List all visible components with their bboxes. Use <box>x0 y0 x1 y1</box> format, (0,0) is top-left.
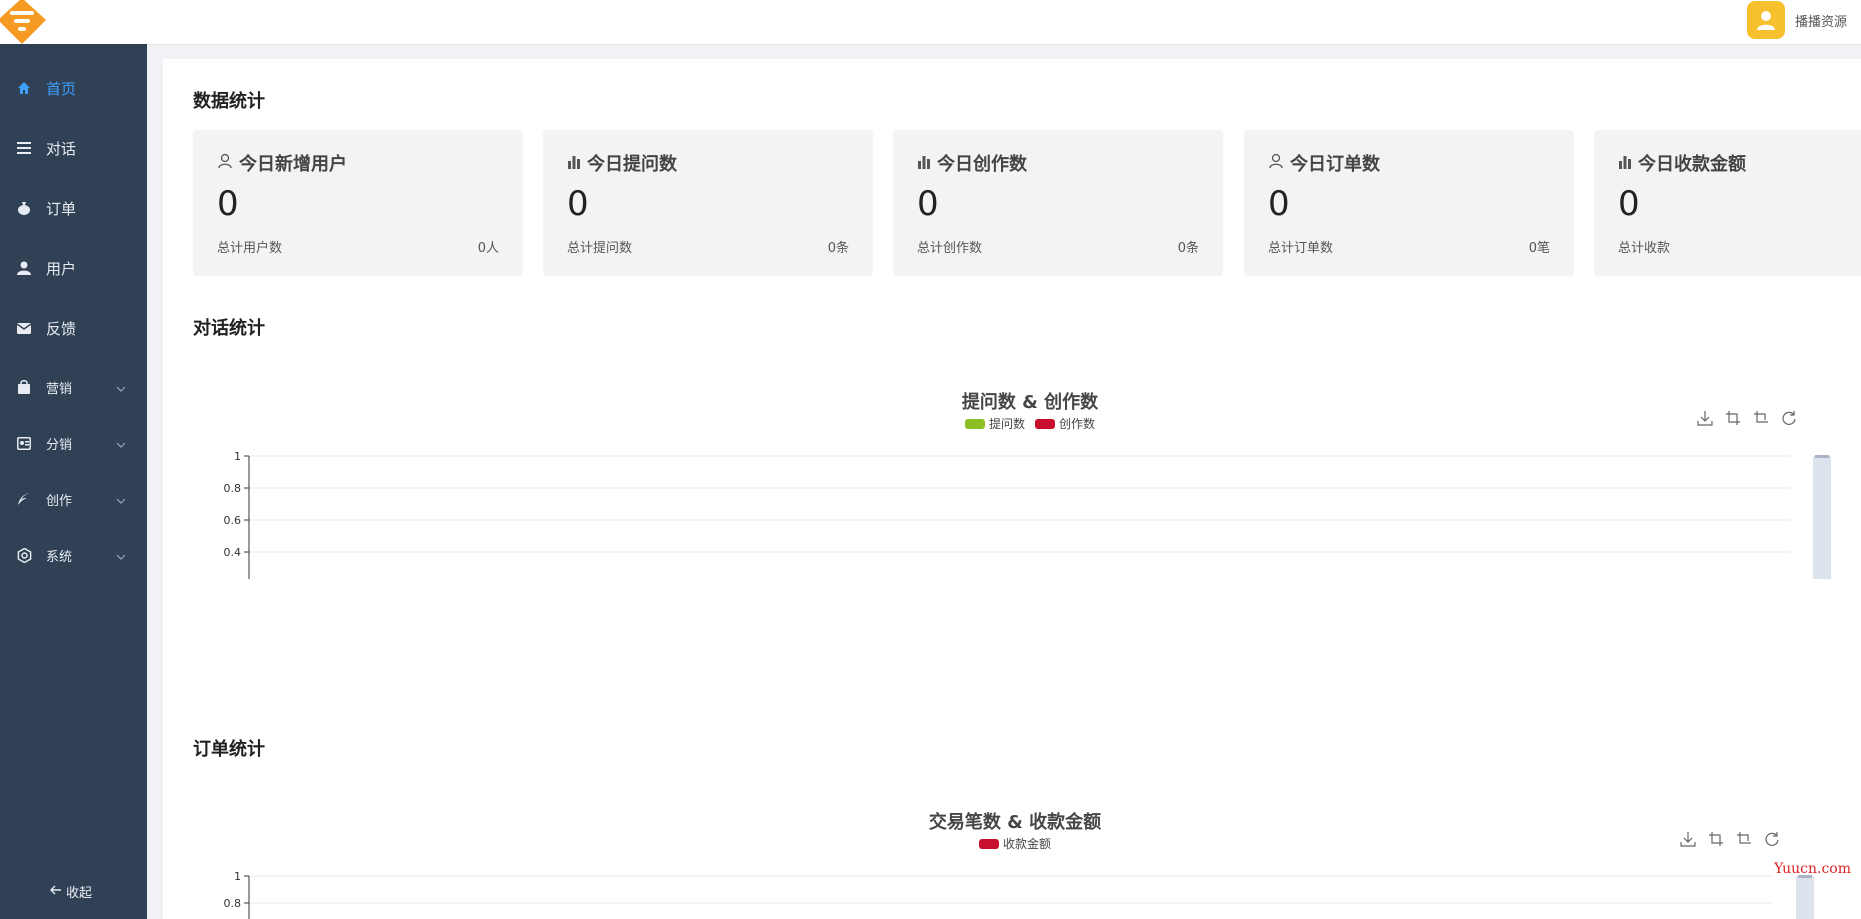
sidebar-item-system[interactable]: 系统 <box>0 533 147 577</box>
distribution-icon <box>16 435 32 451</box>
chevron-down-icon <box>116 490 126 508</box>
chevron-down-icon <box>116 546 126 564</box>
list-icon <box>16 140 32 156</box>
home-icon <box>16 80 32 96</box>
sidebar-item-label: 订单 <box>46 199 77 218</box>
y-tick-label: 1 <box>234 870 241 883</box>
app-logo[interactable] <box>0 0 48 44</box>
sidebar-item-distribution[interactable]: 分销 <box>0 421 147 465</box>
shopping-bag-icon <box>16 379 32 395</box>
money-bag-icon <box>16 200 32 216</box>
mail-icon <box>16 320 32 336</box>
sidebar-item-label: 分销 <box>46 437 73 453</box>
user-avatar-icon <box>1756 11 1775 30</box>
y-tick-label: 0.8 <box>224 897 242 910</box>
chevron-down-icon <box>116 378 126 396</box>
sidebar-item-label: 系统 <box>46 549 73 565</box>
sidebar-item-orders[interactable]: 订单 <box>0 186 147 230</box>
sidebar-item-label: 用户 <box>46 259 77 278</box>
collapse-sidebar-button[interactable]: 收起 <box>50 882 92 901</box>
main-content: 数据统计 今日新增用户 0 总计用户数 0人 今日提问数 0 总计提问数 0条 … <box>163 59 1861 919</box>
arrow-left-icon <box>50 884 62 899</box>
sidebar-item-label: 创作 <box>46 493 73 509</box>
sidebar-item-home[interactable]: 首页 <box>0 66 147 110</box>
user-icon <box>16 260 32 276</box>
sidebar-item-marketing[interactable]: 营销 <box>0 365 147 409</box>
datazoom-slider-y <box>1796 876 1814 919</box>
sidebar-item-label: 对话 <box>46 139 77 158</box>
sidebar-item-feedback[interactable]: 反馈 <box>0 306 147 350</box>
sidebar-item-label: 反馈 <box>46 319 77 338</box>
sidebar-item-creation[interactable]: 创作 <box>0 477 147 521</box>
sidebar-item-users[interactable]: 用户 <box>0 246 147 290</box>
user-name[interactable]: 播播资源 <box>1795 11 1847 30</box>
gear-icon <box>16 547 32 563</box>
sidebar: 首页 对话 订单 用户 反馈 营销 分销 创作 系统 收起 <box>0 44 147 919</box>
line-chart-revenue: 10.8 <box>224 870 1814 919</box>
feather-icon <box>16 491 32 507</box>
user-menu[interactable]: 播播资源 <box>1746 0 1847 40</box>
avatar[interactable] <box>1746 1 1785 39</box>
sidebar-item-label: 首页 <box>46 79 77 98</box>
sidebar-item-dialog[interactable]: 对话 <box>0 126 147 170</box>
sidebar-item-label: 营销 <box>46 381 73 397</box>
collapse-label: 收起 <box>66 886 93 901</box>
watermark: Yuucn.com <box>1774 861 1851 877</box>
top-bar: 播播资源 <box>0 0 1861 45</box>
chevron-down-icon <box>116 434 126 452</box>
